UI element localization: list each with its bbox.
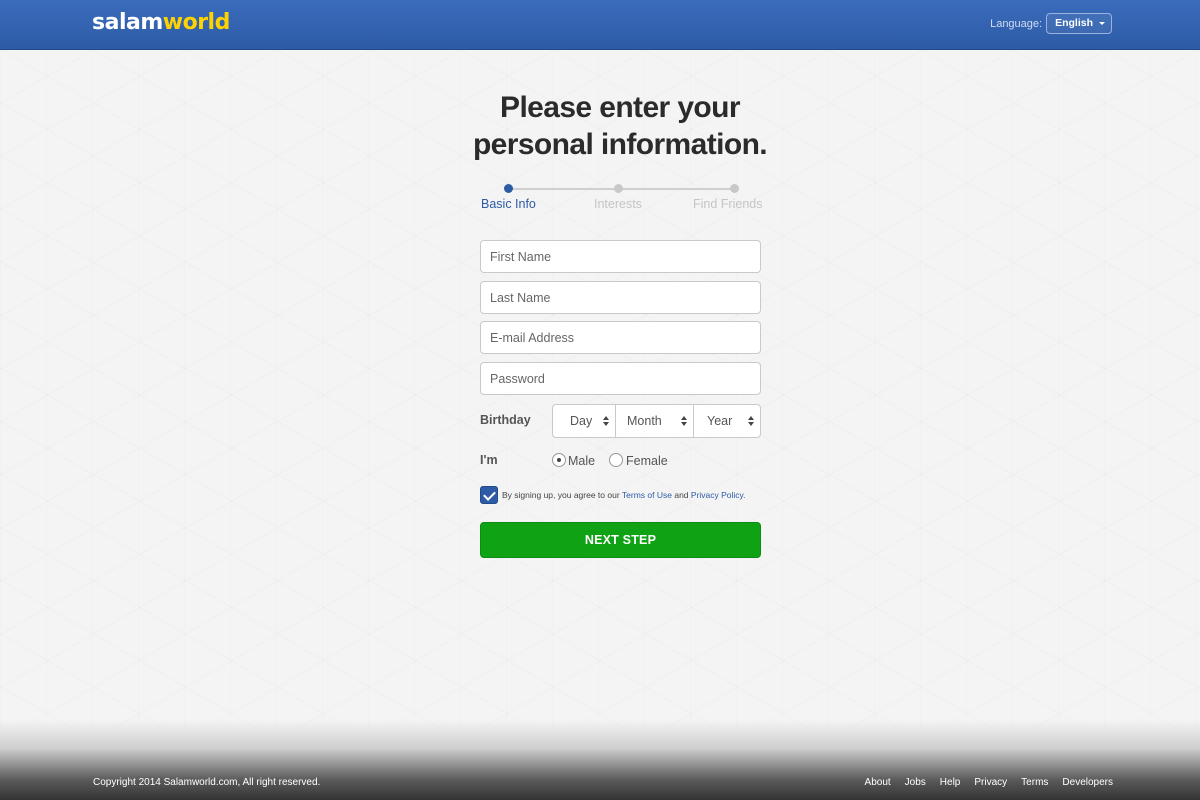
footer-link-privacy[interactable]: Privacy [974, 777, 1007, 788]
select-arrows-icon [603, 416, 609, 426]
male-label[interactable]: Male [568, 454, 595, 468]
logo-part-world: world [162, 10, 231, 35]
birthday-day-select[interactable]: Day [553, 405, 616, 437]
first-name-input[interactable] [480, 240, 761, 273]
step-label-basic-info: Basic Info [481, 197, 536, 211]
language-value: English [1055, 17, 1093, 29]
language-select[interactable]: English [1046, 13, 1112, 34]
copyright-text: Copyright 2014 Salamworld.com, All right… [93, 777, 321, 788]
next-step-button[interactable]: NEXT STEP [480, 522, 761, 558]
terms-text: By signing up, you agree to our Terms of… [502, 490, 746, 500]
female-radio[interactable] [609, 453, 623, 467]
language-label: Language: [990, 17, 1043, 30]
step-dot-find-friends [730, 184, 739, 193]
salamworld-logo[interactable]: salamworld [92, 10, 230, 36]
gender-label: I'm [480, 453, 498, 467]
select-arrows-icon [681, 416, 687, 426]
footer-link-terms[interactable]: Terms [1021, 777, 1048, 788]
footer-link-about[interactable]: About [865, 777, 891, 788]
select-arrows-icon [748, 416, 754, 426]
birthday-label: Birthday [480, 413, 531, 427]
step-dot-basic-info [504, 184, 513, 193]
birthday-month-value: Month [627, 414, 662, 428]
terms-checkbox[interactable] [480, 486, 498, 504]
email-input[interactable] [480, 321, 761, 354]
male-radio[interactable] [552, 453, 566, 467]
footer-links: About Jobs Help Privacy Terms Developers [865, 777, 1113, 788]
terms-prefix: By signing up, you agree to our [502, 490, 620, 500]
footer-link-help[interactable]: Help [940, 777, 961, 788]
terms-of-use-link[interactable]: Terms of Use [622, 490, 672, 500]
birthday-selects: Day Month Year [552, 404, 761, 438]
step-label-find-friends: Find Friends [693, 197, 763, 211]
page-title-line-1: Please enter your [500, 91, 741, 124]
page-title-line-2: personal information. [472, 128, 768, 161]
chevron-down-icon [1099, 22, 1105, 25]
password-input[interactable] [480, 362, 761, 395]
female-label[interactable]: Female [626, 454, 668, 468]
birthday-year-select[interactable]: Year [694, 405, 760, 437]
birthday-year-value: Year [707, 414, 733, 428]
page-title: Please enter your personal information. [420, 89, 820, 163]
terms-and: and [674, 490, 689, 500]
language-switcher: Language: English [990, 13, 1112, 34]
footer-link-jobs[interactable]: Jobs [905, 777, 926, 788]
last-name-input[interactable] [480, 281, 761, 314]
footer-link-developers[interactable]: Developers [1062, 777, 1113, 788]
birthday-day-value: Day [570, 414, 593, 428]
birthday-month-select[interactable]: Month [616, 405, 694, 437]
privacy-policy-link[interactable]: Privacy Policy. [691, 490, 746, 500]
top-navbar: salamworld Language: English [0, 0, 1200, 50]
step-label-interests: Interests [594, 197, 642, 211]
footer [0, 720, 1200, 800]
logo-part-salam: salam [92, 10, 163, 35]
step-dot-interests [614, 184, 623, 193]
